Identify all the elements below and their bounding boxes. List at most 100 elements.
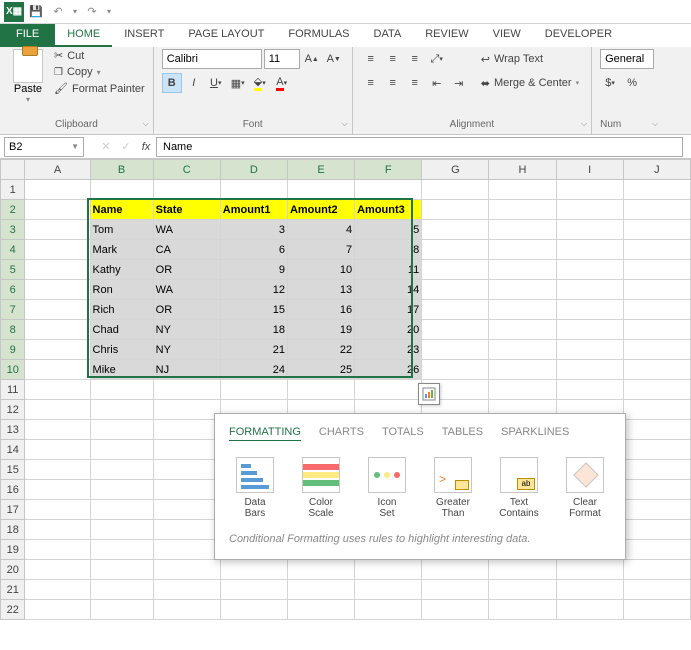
cell-J8[interactable] (623, 320, 690, 340)
enter-icon[interactable]: ✓ (116, 137, 136, 157)
cell-C8[interactable]: NY (153, 320, 220, 340)
cell-D10[interactable]: 24 (220, 360, 287, 380)
cell-C13[interactable] (153, 420, 220, 440)
cell-E1[interactable] (287, 180, 354, 200)
cell-G1[interactable] (422, 180, 489, 200)
cell-C12[interactable] (153, 400, 220, 420)
col-header-E[interactable]: E (287, 160, 354, 180)
cell-D20[interactable] (220, 560, 287, 580)
number-format-select[interactable] (600, 49, 654, 69)
cell-I9[interactable] (556, 340, 623, 360)
worksheet[interactable]: ABCDEFGHIJ12NameStateAmount1Amount2Amoun… (0, 159, 691, 620)
row-header-21[interactable]: 21 (1, 580, 25, 600)
cell-C21[interactable] (153, 580, 220, 600)
underline-button[interactable]: U▾ (206, 73, 226, 93)
cell-J3[interactable] (623, 220, 690, 240)
col-header-J[interactable]: J (623, 160, 690, 180)
col-header-H[interactable]: H (489, 160, 556, 180)
cell-B7[interactable]: Rich (90, 300, 153, 320)
cell-E6[interactable]: 13 (287, 280, 354, 300)
decrease-indent-button[interactable]: ⇤ (427, 73, 447, 93)
qa-item-greater-than[interactable]: >GreaterThan (427, 457, 479, 519)
cell-I20[interactable] (556, 560, 623, 580)
cell-B15[interactable] (90, 460, 153, 480)
tab-view[interactable]: VIEW (481, 24, 533, 47)
cell-A6[interactable] (25, 280, 90, 300)
cell-J21[interactable] (623, 580, 690, 600)
cell-A3[interactable] (25, 220, 90, 240)
increase-font-button[interactable]: A▲ (302, 49, 322, 69)
cell-I4[interactable] (556, 240, 623, 260)
cell-F9[interactable]: 23 (355, 340, 422, 360)
cell-F6[interactable]: 14 (355, 280, 422, 300)
tab-insert[interactable]: INSERT (112, 24, 176, 47)
cell-E5[interactable]: 10 (287, 260, 354, 280)
cell-G7[interactable] (422, 300, 489, 320)
row-header-9[interactable]: 9 (1, 340, 25, 360)
cancel-icon[interactable]: ✕ (96, 137, 116, 157)
cell-H10[interactable] (489, 360, 556, 380)
row-header-13[interactable]: 13 (1, 420, 25, 440)
cell-B11[interactable] (90, 380, 153, 400)
cell-J18[interactable] (623, 520, 690, 540)
cell-A1[interactable] (25, 180, 90, 200)
row-header-1[interactable]: 1 (1, 180, 25, 200)
cell-J4[interactable] (623, 240, 690, 260)
cell-C15[interactable] (153, 460, 220, 480)
qa-tab-formatting[interactable]: FORMATTING (229, 426, 301, 441)
col-header-F[interactable]: F (355, 160, 422, 180)
redo-button[interactable]: ↷ (82, 2, 102, 22)
cell-E8[interactable]: 19 (287, 320, 354, 340)
row-header-12[interactable]: 12 (1, 400, 25, 420)
row-header-20[interactable]: 20 (1, 560, 25, 580)
increase-indent-button[interactable]: ⇥ (449, 73, 469, 93)
cell-D9[interactable]: 21 (220, 340, 287, 360)
cell-A14[interactable] (25, 440, 90, 460)
row-header-18[interactable]: 18 (1, 520, 25, 540)
cell-F5[interactable]: 11 (355, 260, 422, 280)
cell-B20[interactable] (90, 560, 153, 580)
cell-D7[interactable]: 15 (220, 300, 287, 320)
cell-F3[interactable]: 5 (355, 220, 422, 240)
cell-E3[interactable]: 4 (287, 220, 354, 240)
cell-H9[interactable] (489, 340, 556, 360)
row-header-14[interactable]: 14 (1, 440, 25, 460)
cell-J14[interactable] (623, 440, 690, 460)
cell-J15[interactable] (623, 460, 690, 480)
cell-E2[interactable]: Amount2 (287, 200, 354, 220)
select-all-corner[interactable] (1, 160, 25, 180)
cell-J12[interactable] (623, 400, 690, 420)
cell-C16[interactable] (153, 480, 220, 500)
cell-B17[interactable] (90, 500, 153, 520)
cell-J22[interactable] (623, 600, 690, 620)
cell-G4[interactable] (422, 240, 489, 260)
cell-A21[interactable] (25, 580, 90, 600)
qat-customize[interactable]: ▾ (104, 2, 114, 22)
cell-H2[interactable] (489, 200, 556, 220)
tab-review[interactable]: REVIEW (413, 24, 480, 47)
cell-B18[interactable] (90, 520, 153, 540)
cell-D21[interactable] (220, 580, 287, 600)
cell-J16[interactable] (623, 480, 690, 500)
cell-C1[interactable] (153, 180, 220, 200)
font-color-button[interactable]: A▾ (272, 73, 292, 93)
cell-F22[interactable] (355, 600, 422, 620)
col-header-B[interactable]: B (90, 160, 153, 180)
cell-H4[interactable] (489, 240, 556, 260)
cell-J11[interactable] (623, 380, 690, 400)
cell-F21[interactable] (355, 580, 422, 600)
row-header-3[interactable]: 3 (1, 220, 25, 240)
cell-B19[interactable] (90, 540, 153, 560)
tab-formulas[interactable]: FORMULAS (276, 24, 361, 47)
cell-I2[interactable] (556, 200, 623, 220)
cell-J6[interactable] (623, 280, 690, 300)
align-top-button[interactable]: ≡ (361, 49, 381, 69)
cell-A15[interactable] (25, 460, 90, 480)
cell-I8[interactable] (556, 320, 623, 340)
cell-B16[interactable] (90, 480, 153, 500)
currency-button[interactable]: $▾ (600, 73, 620, 93)
cell-H21[interactable] (489, 580, 556, 600)
cell-B9[interactable]: Chris (90, 340, 153, 360)
row-header-4[interactable]: 4 (1, 240, 25, 260)
cell-A20[interactable] (25, 560, 90, 580)
